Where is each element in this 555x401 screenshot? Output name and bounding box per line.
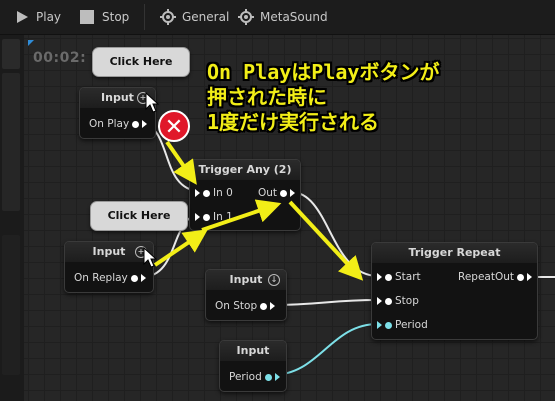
arrow-out-to-start <box>288 200 364 281</box>
arrow-replay-to-in1 <box>153 229 208 267</box>
annotation-line-1: On PlayはPlayボタンが <box>207 60 440 84</box>
annotation-line-2: 押された時に <box>207 85 327 109</box>
annotation-text: On PlayはPlayボタンが 押された時に 1度だけ実行される <box>207 60 439 135</box>
arrow-in1-to-out <box>201 199 282 232</box>
annotation-line-3: 1度だけ実行される <box>207 110 380 134</box>
arrow-cross-to-in0 <box>165 140 197 185</box>
close-cross-icon: ✕ <box>158 110 190 142</box>
